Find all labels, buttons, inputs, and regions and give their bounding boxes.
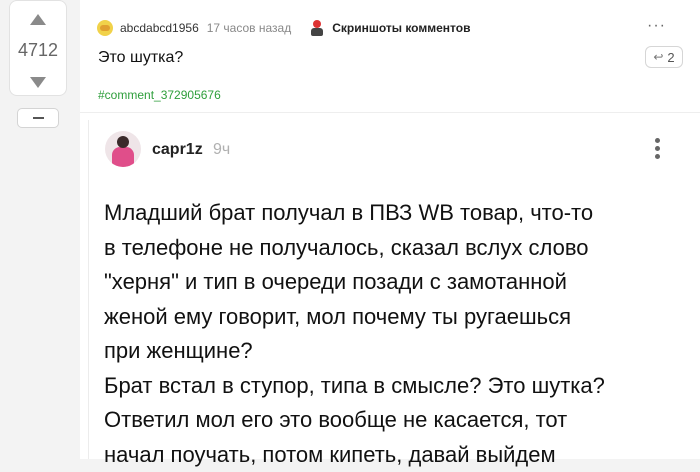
thread-branch-line xyxy=(88,120,89,459)
reply-author-avatar[interactable] xyxy=(105,131,141,167)
reply-more-options-icon[interactable] xyxy=(655,138,661,162)
parent-author-name[interactable]: abcdabcd1956 xyxy=(120,21,199,35)
comment-card: abcdabcd1956 17 часов назад Скриншоты ко… xyxy=(80,0,700,459)
rating-panel: 4712 xyxy=(9,0,67,96)
divider xyxy=(80,112,700,113)
more-options-icon[interactable]: ··· xyxy=(647,22,666,30)
reply-comment-time[interactable]: 9ч xyxy=(213,141,230,159)
upvote-arrow-icon[interactable] xyxy=(30,14,46,25)
parent-comment-time[interactable]: 17 часов назад xyxy=(207,21,291,35)
comment-line: при женщине? xyxy=(104,334,674,369)
comment-line: начал поучать, потом кипеть, давай выйде… xyxy=(104,438,674,472)
rating-count: 4712 xyxy=(10,40,66,61)
replies-count-button[interactable]: ↩ 2 xyxy=(645,46,683,68)
parent-author-avatar[interactable] xyxy=(97,20,113,36)
minus-icon xyxy=(33,117,44,119)
comment-line: Брат встал в ступор, типа в смысле? Это … xyxy=(104,369,674,404)
downvote-arrow-icon[interactable] xyxy=(30,77,46,88)
reply-author-name[interactable]: capr1z xyxy=(152,141,203,159)
reply-icon: ↩ xyxy=(653,50,663,64)
parent-comment-meta: abcdabcd1956 17 часов назад Скриншоты ко… xyxy=(97,18,470,38)
comment-line: в телефоне не получалось, сказал вслух с… xyxy=(104,231,674,266)
comment-hashtag-link[interactable]: #comment_372905676 xyxy=(98,88,221,102)
comment-line: Ответил мол его это вообще не касается, … xyxy=(104,403,674,438)
comment-line: Младший брат получал в ПВЗ WB товар, что… xyxy=(104,196,674,231)
collapse-thread-button[interactable] xyxy=(17,108,59,128)
community-icon[interactable] xyxy=(309,20,325,36)
comment-line: "херня" и тип в очереди позади с замотан… xyxy=(104,265,674,300)
community-name[interactable]: Скриншоты комментов xyxy=(332,21,470,35)
comment-line: женой ему говорит, мол почему ты ругаешь… xyxy=(104,300,674,335)
reply-comment-text: Младший брат получал в ПВЗ WB товар, что… xyxy=(104,196,674,472)
replies-count: 2 xyxy=(667,50,674,65)
parent-comment-text: Это шутка? xyxy=(98,49,183,67)
